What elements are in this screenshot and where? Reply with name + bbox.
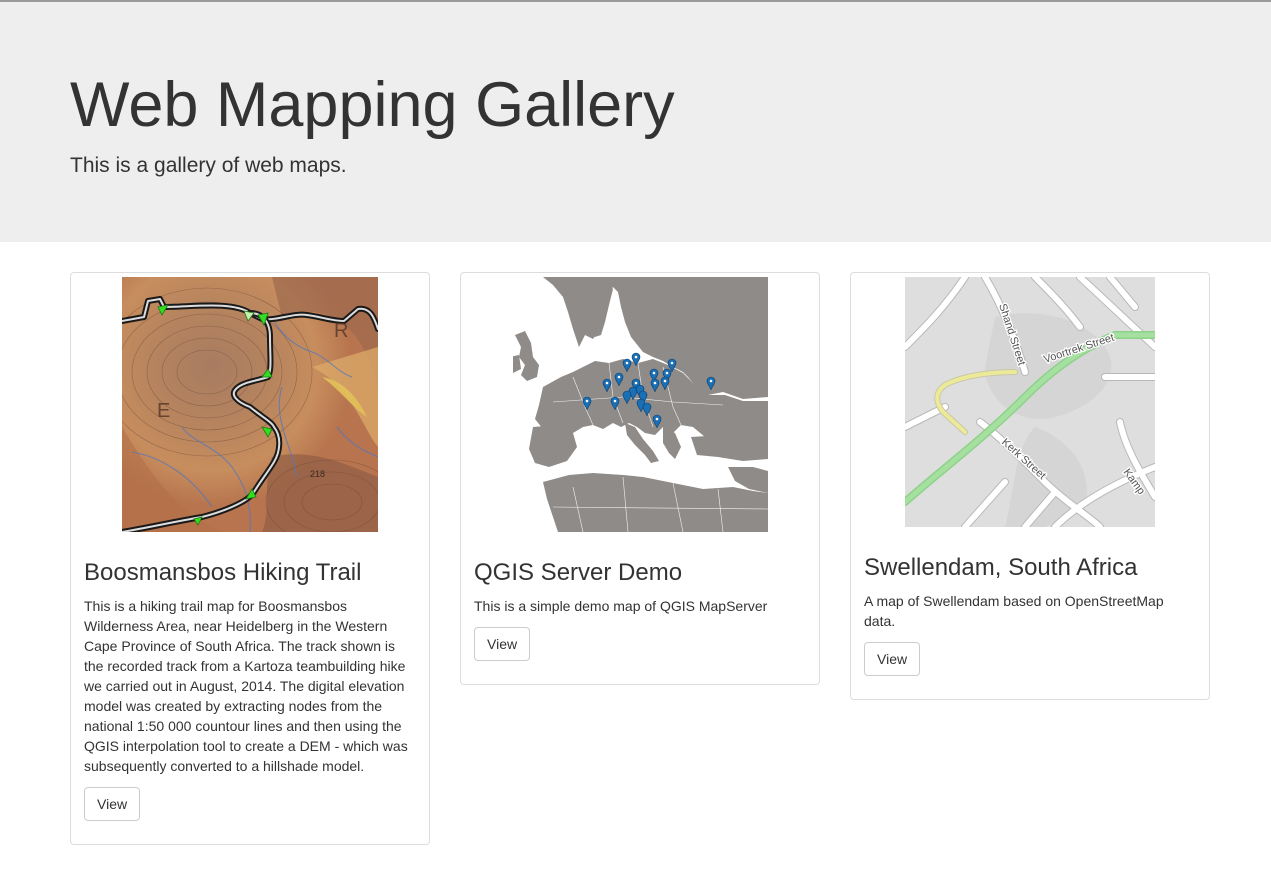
page-subtitle: This is a gallery of web maps. <box>70 154 347 177</box>
card-caption: Boosmansbos Hiking Trail This is a hikin… <box>84 532 416 821</box>
card-caption: QGIS Server Demo This is a simple demo m… <box>474 532 806 661</box>
view-button[interactable]: View <box>474 627 531 661</box>
map-label-r: R <box>334 320 348 342</box>
swellendam-map-thumbnail[interactable]: Shand Street Voortrek Street Kerk Street… <box>905 277 1155 527</box>
boosmansbos-map-thumbnail[interactable]: R E 218 <box>122 277 378 532</box>
card-description: This is a simple demo map of QGIS MapSer… <box>474 598 768 614</box>
view-button[interactable]: View <box>84 787 141 821</box>
map-label-e: E <box>157 400 170 422</box>
card-description: A map of Swellendam based on OpenStreetM… <box>864 593 1164 629</box>
gallery-card-swellendam: Shand Street Voortrek Street Kerk Street… <box>850 272 1210 700</box>
gallery-card-qgis-server: QGIS Server Demo This is a simple demo m… <box>460 272 820 685</box>
card-title: Swellendam, South Africa <box>864 554 1138 581</box>
card-actions: View <box>84 787 416 821</box>
card-title: QGIS Server Demo <box>474 559 683 586</box>
gallery-grid: R E 218 Boosmansbos Hiking Trail This is… <box>70 272 1271 852</box>
view-button[interactable]: View <box>864 642 921 676</box>
page-title: Web Mapping Gallery <box>70 70 675 140</box>
gallery-card-boosmansbos: R E 218 Boosmansbos Hiking Trail This is… <box>70 272 430 845</box>
card-title: Boosmansbos Hiking Trail <box>84 559 362 586</box>
card-actions: View <box>864 642 1196 676</box>
jumbotron-header: Web Mapping Gallery This is a gallery of… <box>0 2 1271 242</box>
map-label-elevation: 218 <box>310 469 325 479</box>
card-caption: Swellendam, South Africa A map of Swelle… <box>864 527 1196 676</box>
qgis-server-map-thumbnail[interactable] <box>512 277 768 532</box>
card-actions: View <box>474 627 806 661</box>
card-description: This is a hiking trail map for Boosmansb… <box>84 598 408 774</box>
